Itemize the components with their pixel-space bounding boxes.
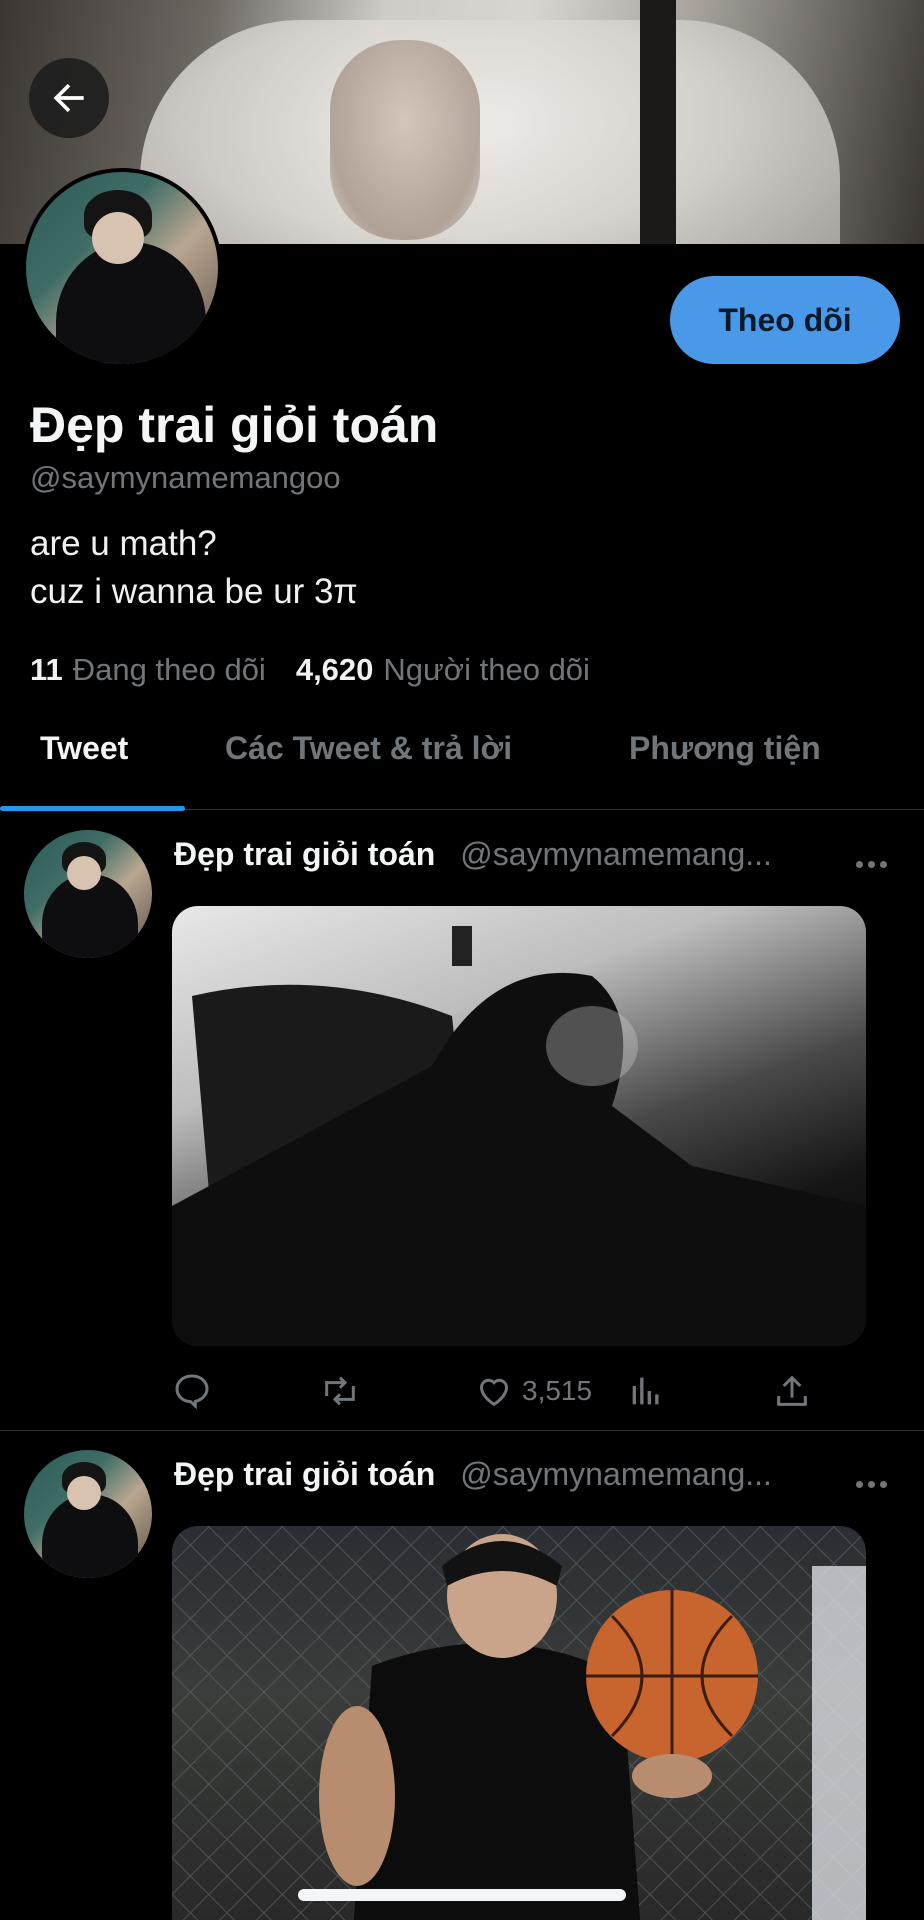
profile-display-name: Đẹp trai giỏi toán [30, 397, 439, 453]
hooded-figure-photo [172, 926, 866, 1346]
tweet-1[interactable]: Đẹp trai giỏi toán @saymynamemang... 3,5… [0, 830, 924, 1430]
tweet-header: Đẹp trai giỏi toán @saymynamemang... [174, 836, 772, 873]
views-icon[interactable] [626, 1366, 666, 1416]
followers-stat[interactable]: 4,620 Người theo dõi [296, 652, 590, 688]
tweet-2[interactable]: Đẹp trai giỏi toán @saymynamemang... [0, 1450, 924, 1920]
like-button[interactable]: 3,515 [474, 1366, 592, 1416]
avatar-face [67, 1476, 101, 1510]
avatar-face [67, 856, 101, 890]
banner-shirt [140, 20, 840, 244]
tweet-header: Đẹp trai giỏi toán @saymynamemang... [174, 1456, 772, 1493]
following-count: 11 [30, 652, 63, 687]
tweet-author-name[interactable]: Đẹp trai giỏi toán [174, 1456, 435, 1492]
tweet-author-name[interactable]: Đẹp trai giỏi toán [174, 836, 435, 872]
like-count: 3,515 [522, 1375, 593, 1406]
bio-line-2: cuz i wanna be ur 3π [30, 572, 358, 611]
share-icon[interactable] [772, 1366, 812, 1416]
banner-hand [330, 40, 480, 240]
tweet-media-image[interactable] [172, 1526, 866, 1920]
profile-handle: @saymynamemangoo [30, 460, 341, 495]
tweet-avatar[interactable] [24, 1450, 152, 1578]
followers-count: 4,620 [295, 652, 374, 687]
tweet-author-handle[interactable]: @saymynamemang... [460, 1456, 772, 1492]
tab-active-indicator [0, 806, 185, 811]
tab-media[interactable]: Phương tiện [629, 730, 821, 767]
profile-tabs: Tweet Các Tweet & trả lời Phương tiện [0, 700, 924, 811]
back-button[interactable] [29, 58, 109, 138]
avatar-face [92, 212, 144, 264]
tweet-actions: 3,515 [172, 1366, 832, 1416]
basketball-photo [172, 1526, 866, 1920]
profile-stats: 11 Đang theo dõi 4,620 Người theo dõi [30, 652, 590, 688]
profile-avatar[interactable] [22, 168, 222, 368]
more-horizontal-icon[interactable] [856, 1474, 892, 1494]
more-horizontal-icon[interactable] [856, 854, 892, 874]
tab-tweets-replies[interactable]: Các Tweet & trả lời [225, 730, 512, 767]
banner-strap [640, 0, 676, 244]
tweet-author-handle[interactable]: @saymynamemang... [460, 836, 772, 872]
arrow-left-icon [53, 83, 84, 113]
profile-bio: are u math? cuz i wanna be ur 3π [30, 520, 358, 616]
following-label: Đang theo dõi [72, 652, 266, 687]
following-stat[interactable]: 11 Đang theo dõi [30, 652, 266, 688]
tab-tweets[interactable]: Tweet [40, 730, 128, 767]
tweet-avatar[interactable] [24, 830, 152, 958]
tweet-media-image[interactable] [172, 906, 866, 1346]
reply-icon[interactable] [172, 1366, 212, 1416]
heart-icon [480, 1378, 508, 1407]
followers-label: Người theo dõi [383, 652, 590, 687]
bio-line-1: are u math? [30, 524, 217, 563]
avatar-body [56, 242, 206, 364]
home-indicator[interactable] [298, 1889, 626, 1901]
retweet-icon[interactable] [318, 1366, 362, 1416]
tweet-divider [0, 1430, 924, 1431]
follow-button[interactable]: Theo dõi [670, 276, 900, 364]
